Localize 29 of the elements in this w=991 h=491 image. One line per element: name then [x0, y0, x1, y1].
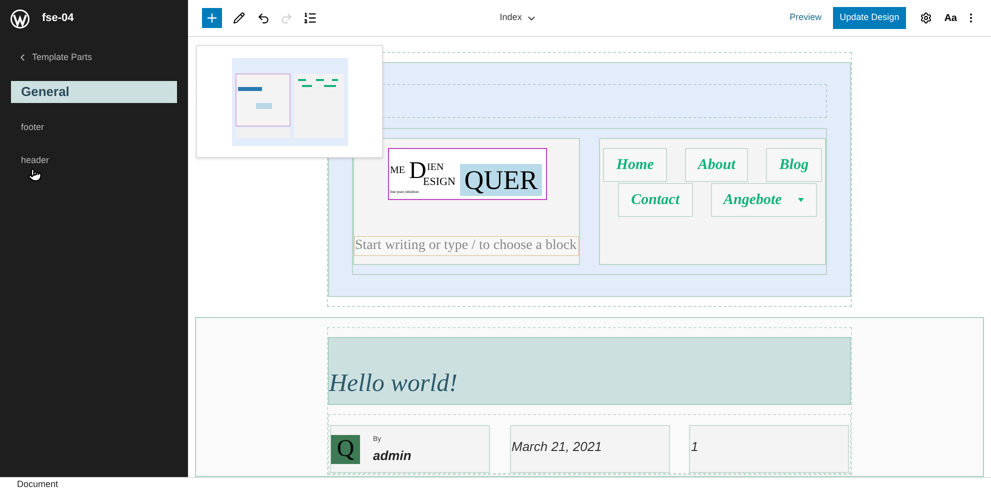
logo-text: IEN: [427, 161, 444, 175]
logo-word: QUER: [460, 164, 542, 196]
undo-icon[interactable]: [257, 12, 270, 24]
logo-text: ME: [390, 164, 405, 178]
site-title: fse-04: [42, 11, 74, 26]
paragraph-field[interactable]: Start writing or type / to choose a block: [354, 236, 579, 256]
comment-count: 1: [691, 439, 698, 454]
list-view-icon[interactable]: [303, 11, 317, 25]
sidebar-item[interactable]: footer: [11, 116, 177, 138]
plus-icon: [205, 11, 219, 25]
caret-icon: [798, 198, 804, 202]
settings-icon[interactable]: [920, 12, 932, 24]
hand-pointer-icon: [28, 168, 42, 182]
add-block-button[interactable]: [202, 8, 222, 28]
breadcrumb[interactable]: Document: [17, 478, 58, 491]
sidebar-item[interactable]: General: [11, 80, 177, 102]
logo-text: ESIGN: [423, 176, 456, 190]
preview-link[interactable]: Preview: [790, 11, 822, 25]
pencil-icon[interactable]: [233, 12, 245, 24]
post-date: March 21, 2021: [512, 439, 602, 454]
post-title: Hello world!: [329, 368, 458, 398]
update-design-button[interactable]: Update Design: [832, 7, 906, 29]
sidebar-item[interactable]: header: [11, 150, 177, 172]
back-link[interactable]: Template Parts: [17, 51, 92, 64]
avatar: Q: [331, 435, 360, 464]
typography-button[interactable]: Aa: [944, 10, 957, 26]
template-dropdown[interactable]: Index: [500, 11, 537, 25]
author-name: admin: [373, 446, 412, 464]
wordpress-logo-icon[interactable]: [10, 8, 30, 28]
